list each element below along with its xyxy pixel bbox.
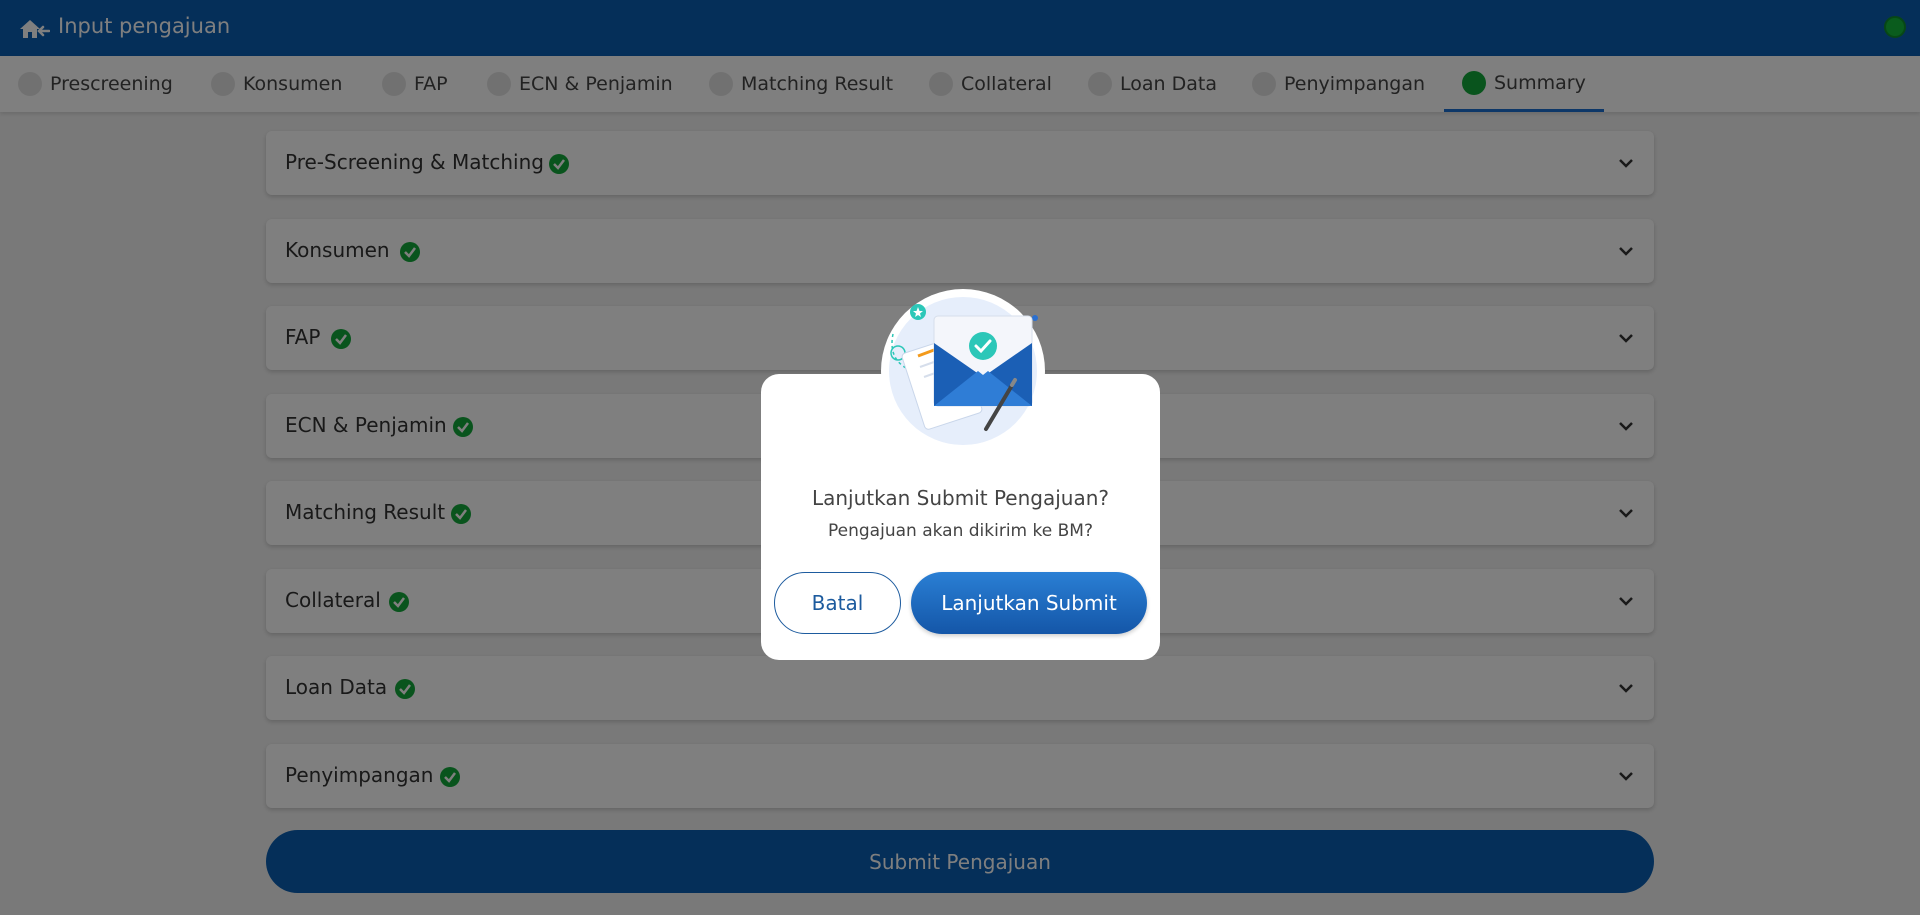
- envelope-check-illustration: [881, 289, 1045, 451]
- dialog-title: Lanjutkan Submit Pengajuan?: [811, 486, 1110, 510]
- dialog-subtitle: Pengajuan akan dikirim ke BM?: [828, 521, 1093, 541]
- cancel-button[interactable]: Batal: [774, 572, 901, 634]
- confirm-submit-button[interactable]: Lanjutkan Submit: [911, 572, 1147, 634]
